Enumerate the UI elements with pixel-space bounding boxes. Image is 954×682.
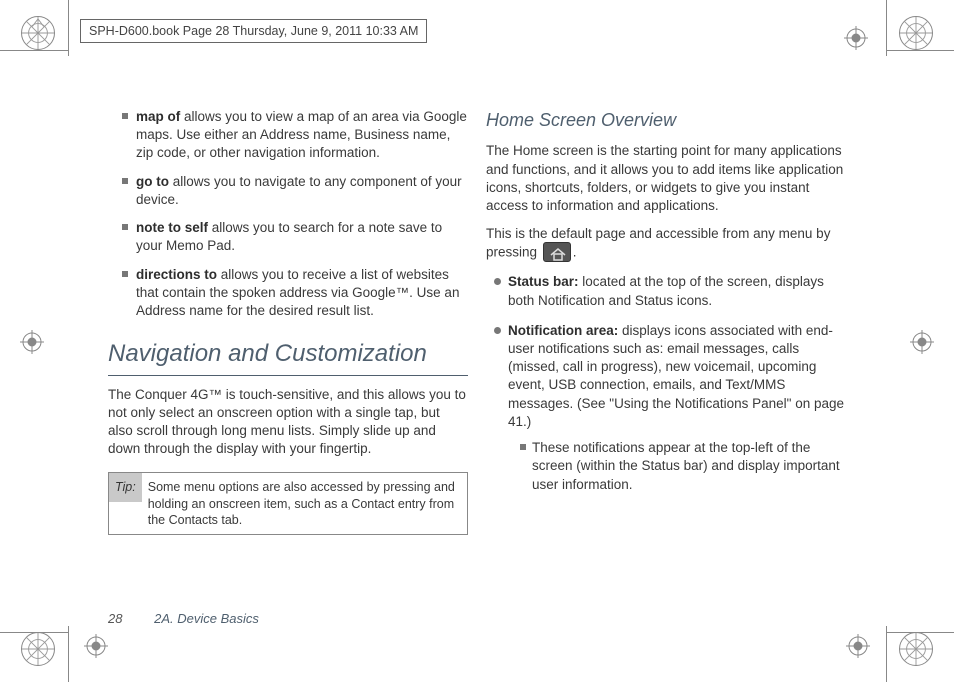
term: go to [136,174,169,189]
home-button-icon [543,242,571,262]
registration-mark-icon [21,632,55,666]
voice-command-list: map of allows you to view a map of an ar… [108,108,468,320]
section-body: The Conquer 4G™ is touch-sensitive, and … [108,386,468,459]
target-mark-icon [846,634,870,658]
target-mark-icon [910,330,934,354]
term: note to self [136,220,208,235]
target-mark-icon [84,634,108,658]
tip-box: Tip: Some menu options are also accessed… [108,472,468,535]
paragraph: This is the default page and accessible … [486,225,846,263]
desc: These notifications appear at the top-le… [532,440,840,491]
text-run: . [573,245,577,260]
text-run: This is the default page and accessible … [486,226,830,260]
subsection-heading-home-overview: Home Screen Overview [486,108,846,132]
registration-mark-icon [21,16,55,50]
term: directions to [136,267,217,282]
term: Status bar: [508,274,579,289]
page-number: 28 [108,611,122,626]
registration-mark-icon [899,632,933,666]
tip-label: Tip: [109,473,142,502]
registration-mark-icon [899,16,933,50]
left-column: map of allows you to view a map of an ar… [108,108,468,592]
target-mark-icon [844,26,868,50]
paragraph: The Home screen is the starting point fo… [486,142,846,215]
list-item: note to self allows you to search for a … [136,219,468,255]
right-column: Home Screen Overview The Home screen is … [486,108,846,592]
footer-section: 2A. Device Basics [154,611,259,626]
list-item: directions to allows you to receive a li… [136,266,468,321]
header-meta-text: SPH-D600.book Page 28 Thursday, June 9, … [89,24,418,38]
list-item: go to allows you to navigate to any comp… [136,173,468,209]
content-area: map of allows you to view a map of an ar… [108,108,846,592]
term: map of [136,109,180,124]
desc: allows you to view a map of an area via … [136,109,467,160]
list-item: Notification area: displays icons associ… [494,322,846,494]
page-footer: 28 2A. Device Basics [108,611,259,626]
sub-list: These notifications appear at the top-le… [508,439,846,494]
term: Notification area: [508,323,618,338]
list-item: map of allows you to view a map of an ar… [136,108,468,163]
list-item: Status bar: located at the top of the sc… [494,273,846,309]
section-heading-navigation: Navigation and Customization [108,338,468,375]
target-mark-icon [20,330,44,354]
desc: displays icons associated with end-user … [508,323,844,429]
home-screen-bullets: Status bar: located at the top of the sc… [486,273,846,493]
desc: allows you to navigate to any component … [136,174,462,207]
header-meta: SPH-D600.book Page 28 Thursday, June 9, … [80,19,427,43]
tip-body: Some menu options are also accessed by p… [142,473,467,534]
list-item: These notifications appear at the top-le… [532,439,846,494]
page: SPH-D600.book Page 28 Thursday, June 9, … [0,0,954,682]
